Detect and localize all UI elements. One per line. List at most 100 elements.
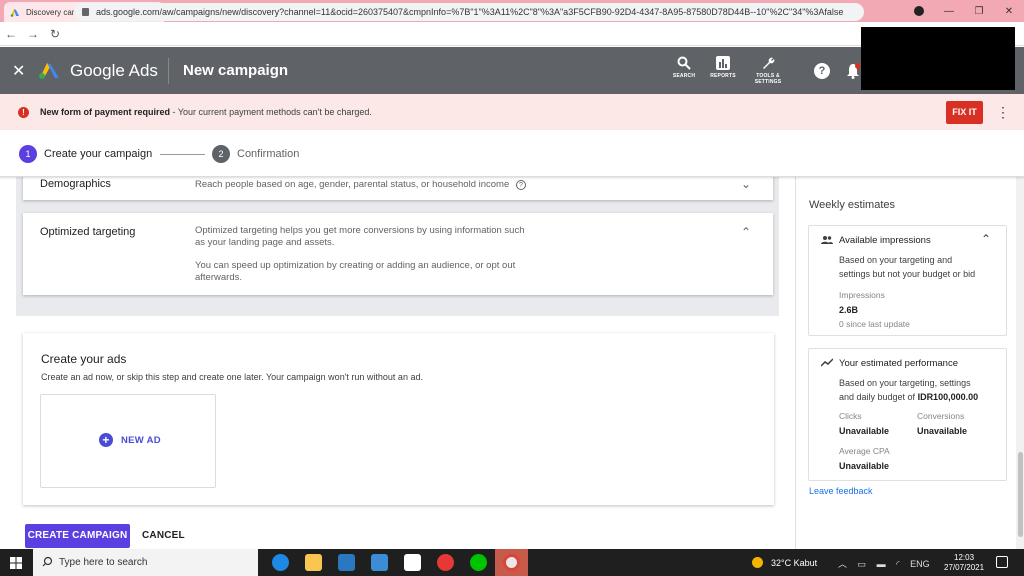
- maximize-icon[interactable]: ❐: [964, 6, 994, 17]
- wrench-icon: [763, 57, 775, 69]
- demographics-desc: Reach people based on age, gender, paren…: [195, 179, 526, 191]
- clicks-value: Unavailable: [839, 426, 890, 436]
- weekly-estimates-title: Weekly estimates: [809, 199, 895, 211]
- optimized-desc1-line1: Optimized targeting helps you get more c…: [195, 225, 525, 236]
- minimize-icon[interactable]: —: [934, 6, 964, 17]
- tray-chevron-icon[interactable]: ︿: [838, 559, 847, 569]
- back-icon[interactable]: ←: [0, 27, 22, 41]
- fix-it-button[interactable]: FIX IT: [946, 101, 983, 124]
- taskbar-search-placeholder: Type here to search: [59, 557, 148, 568]
- system-tray: ︿ ▭ ▬ ◜ ENG: [838, 557, 930, 570]
- scrollbar-thumb[interactable]: [1018, 452, 1023, 537]
- reports-tool-button[interactable]: REPORTS: [703, 56, 743, 79]
- demographics-label: Demographics: [40, 178, 111, 190]
- step1-label[interactable]: Create your campaign: [44, 148, 152, 160]
- language-indicator[interactable]: ENG: [910, 559, 930, 569]
- impressions-label: Impressions: [839, 290, 885, 300]
- chevron-up-icon[interactable]: ⌃: [981, 232, 991, 246]
- notepad-icon[interactable]: [404, 554, 421, 571]
- weather-widget[interactable]: 32°C Kabut: [752, 557, 817, 568]
- wifi-icon[interactable]: ◜: [896, 559, 900, 569]
- step2-number: 2: [212, 145, 230, 163]
- battery-icon[interactable]: ▬: [877, 559, 886, 569]
- cancel-button[interactable]: CANCEL: [142, 530, 185, 541]
- google-ads-logo-icon: [39, 63, 59, 79]
- optimized-targeting-row[interactable]: Optimized targeting Optimized targeting …: [23, 213, 773, 295]
- conversions-label: Conversions: [917, 411, 965, 421]
- chevron-up-icon[interactable]: ⌃: [741, 225, 751, 239]
- create-ads-desc: Create an ad now, or skip this step and …: [41, 372, 423, 382]
- url-field[interactable]: ads.google.com/aw/campaigns/new/discover…: [74, 3, 864, 21]
- performance-body-line2: and daily budget of IDR100,000.00: [839, 390, 978, 404]
- optimized-desc2-line1: You can speed up optimization by creatin…: [195, 260, 516, 271]
- notification-center-icon[interactable]: [996, 556, 1008, 568]
- google-ads-favicon-icon: [10, 9, 19, 17]
- line-icon[interactable]: [470, 554, 487, 571]
- new-ad-label: NEW AD: [121, 434, 161, 446]
- store-icon[interactable]: [338, 554, 355, 571]
- search-tool-button[interactable]: SEARCH: [664, 56, 704, 79]
- opera-icon[interactable]: [437, 554, 454, 571]
- profile-dropdown-icon[interactable]: [914, 6, 924, 16]
- available-impressions-card: Available impressions ⌃ Based on your ta…: [808, 225, 1007, 336]
- taskbar-search-box[interactable]: Type here to search: [33, 549, 258, 576]
- more-options-icon[interactable]: ⋮: [996, 104, 1010, 121]
- step1-number: 1: [19, 145, 37, 163]
- tools-settings-button[interactable]: TOOLS & SETTINGS: [748, 56, 788, 85]
- create-ads-card: Create your ads Create an ad now, or ski…: [23, 333, 774, 505]
- info-icon[interactable]: ?: [515, 180, 526, 190]
- cpa-value: Unavailable: [839, 461, 890, 471]
- optimized-desc1-line2: as your landing page and assets.: [195, 237, 335, 248]
- optimized-desc2-line2: afterwards.: [195, 272, 242, 283]
- step2-label[interactable]: Confirmation: [237, 148, 299, 160]
- step-connector: [160, 154, 205, 155]
- banner-message: New form of payment required - Your curr…: [40, 107, 372, 117]
- performance-body: Based on your targeting, settings and da…: [839, 376, 978, 404]
- demographics-desc-text: Reach people based on age, gender, paren…: [195, 179, 510, 190]
- impressions-since: 0 since last update: [839, 319, 910, 329]
- network-icon[interactable]: ▭: [858, 559, 867, 569]
- impressions-body: Based on your targeting and settings but…: [839, 253, 975, 281]
- windows-taskbar: Type here to search 32°C Kabut ︿ ▭ ▬ ◜ E…: [0, 549, 1024, 576]
- forward-icon[interactable]: →: [22, 27, 44, 41]
- reports-tool-label: REPORTS: [710, 73, 736, 79]
- chrome-taskbar-button[interactable]: [495, 549, 528, 576]
- weather-text: 32°C Kabut: [771, 557, 818, 568]
- cpa-label: Average CPA: [839, 446, 890, 456]
- clock-time: 12:03: [954, 553, 975, 562]
- optimized-targeting-label: Optimized targeting: [40, 226, 136, 238]
- performance-body-line1: Based on your targeting, settings: [839, 378, 971, 388]
- impressions-value: 2.6B: [839, 305, 859, 315]
- windows-start-icon[interactable]: [10, 557, 22, 569]
- chevron-down-icon[interactable]: ⌄: [741, 177, 751, 191]
- leave-feedback-link[interactable]: Leave feedback: [809, 486, 873, 496]
- file-explorer-icon[interactable]: [305, 554, 322, 571]
- targeting-section: Demographics Reach people based on age, …: [16, 171, 779, 316]
- conversions-value: Unavailable: [917, 426, 968, 436]
- new-ad-box[interactable]: + NEW AD: [40, 394, 216, 488]
- optimized-targeting-desc1: Optimized targeting helps you get more c…: [195, 225, 525, 249]
- reload-icon[interactable]: ↻: [44, 27, 66, 41]
- create-campaign-button[interactable]: CREATE CAMPAIGN: [25, 524, 130, 548]
- notification-bell-icon[interactable]: [846, 63, 860, 79]
- new-ad-button[interactable]: + NEW AD: [99, 433, 161, 447]
- impressions-body-line2: settings but not your budget or bid: [839, 269, 976, 279]
- clicks-label: Clicks: [839, 411, 862, 421]
- help-icon[interactable]: ?: [814, 63, 830, 79]
- campaign-stepper: 1 Create your campaign 2 Confirmation: [0, 130, 1024, 177]
- header-divider: [168, 58, 169, 84]
- chrome-icon: [503, 554, 520, 571]
- main-content: Demographics Reach people based on age, …: [0, 171, 795, 549]
- impressions-head: Available impressions: [839, 235, 931, 246]
- window-close-icon[interactable]: ✕: [994, 6, 1024, 17]
- search-tool-label: SEARCH: [672, 73, 696, 79]
- close-icon[interactable]: ✕: [12, 61, 25, 81]
- mail-icon[interactable]: [371, 554, 388, 571]
- lock-icon: [82, 8, 89, 16]
- edge-icon[interactable]: [272, 554, 289, 571]
- error-icon: !: [18, 107, 29, 118]
- tools-settings-label: TOOLS & SETTINGS: [754, 73, 782, 85]
- taskbar-clock[interactable]: 12:03 27/07/2021: [944, 553, 984, 573]
- window-controls: — ❐ ✕: [914, 0, 1024, 22]
- banner-message-bold: New form of payment required: [40, 107, 171, 117]
